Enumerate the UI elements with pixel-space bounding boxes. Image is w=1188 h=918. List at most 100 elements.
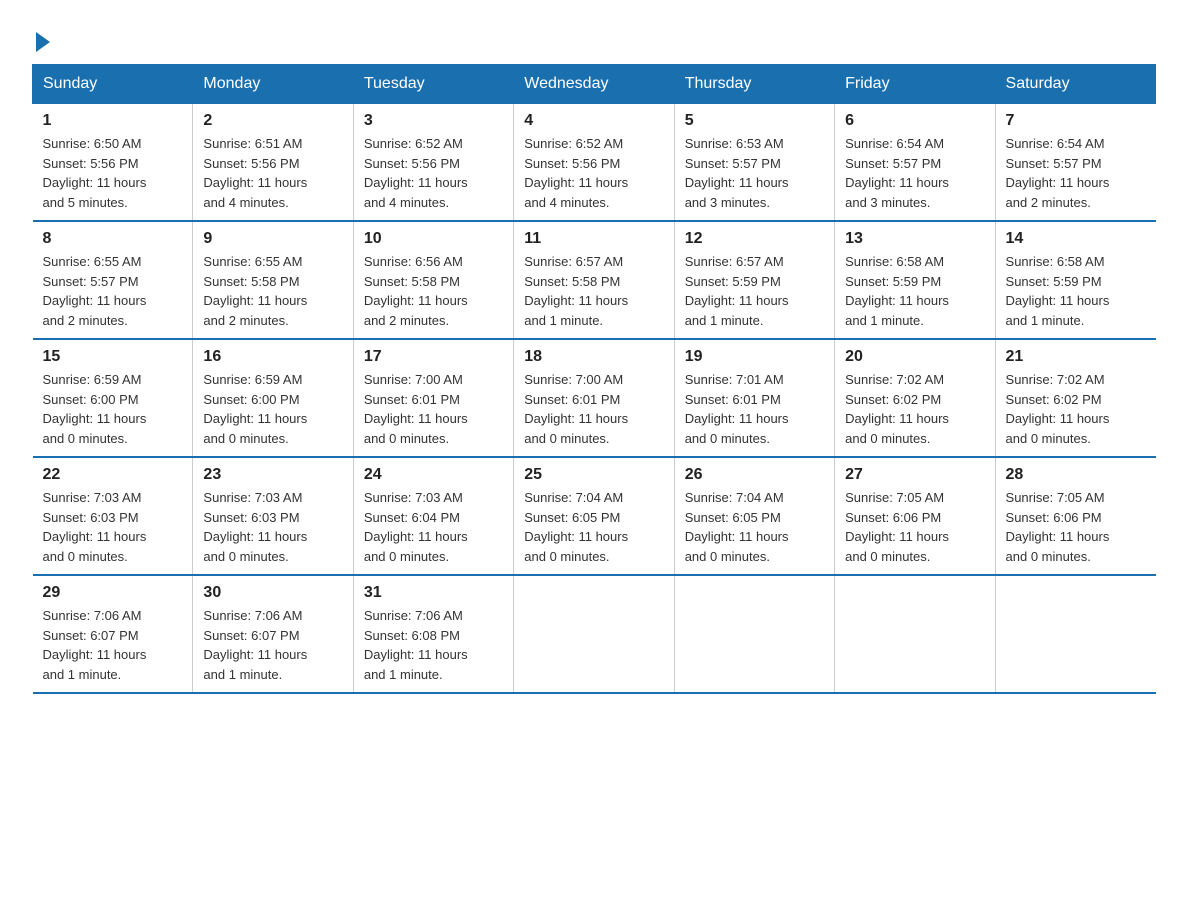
- day-info: Sunrise: 7:02 AMSunset: 6:02 PMDaylight:…: [1006, 370, 1146, 448]
- day-info: Sunrise: 6:56 AMSunset: 5:58 PMDaylight:…: [364, 252, 503, 330]
- day-number: 26: [685, 466, 824, 484]
- calendar-cell: 20 Sunrise: 7:02 AMSunset: 6:02 PMDayligh…: [835, 339, 995, 457]
- day-number: 29: [43, 584, 183, 602]
- calendar-cell: 8Sunrise: 6:55 AMSunset: 5:57 PMDaylight…: [33, 221, 193, 339]
- day-info: Sunrise: 6:54 AMSunset: 5:57 PMDaylight:…: [845, 134, 984, 212]
- calendar-cell: 4 Sunrise: 6:52 AMSunset: 5:56 PMDaylight…: [514, 104, 674, 222]
- calendar-cell: 27 Sunrise: 7:05 AMSunset: 6:06 PMDayligh…: [835, 457, 995, 575]
- calendar-cell: 11 Sunrise: 6:57 AMSunset: 5:58 PMDayligh…: [514, 221, 674, 339]
- day-info: Sunrise: 6:58 AMSunset: 5:59 PMDaylight:…: [1006, 252, 1146, 330]
- day-info: Sunrise: 7:03 AMSunset: 6:03 PMDaylight:…: [43, 488, 183, 566]
- day-number: 7: [1006, 112, 1146, 130]
- day-info: Sunrise: 7:01 AMSunset: 6:01 PMDaylight:…: [685, 370, 824, 448]
- page-header: [32, 24, 1156, 52]
- header-wednesday: Wednesday: [514, 65, 674, 104]
- logo: [32, 24, 50, 52]
- day-number: 5: [685, 112, 824, 130]
- day-number: 10: [364, 230, 503, 248]
- day-number: 19: [685, 348, 824, 366]
- header-sunday: Sunday: [33, 65, 193, 104]
- day-number: 3: [364, 112, 503, 130]
- calendar-cell: 23Sunrise: 7:03 AMSunset: 6:03 PMDayligh…: [193, 457, 353, 575]
- calendar-table: SundayMondayTuesdayWednesdayThursdayFrid…: [32, 64, 1156, 694]
- day-info: Sunrise: 7:05 AMSunset: 6:06 PMDaylight:…: [1006, 488, 1146, 566]
- calendar-cell: 14 Sunrise: 6:58 AMSunset: 5:59 PMDayligh…: [995, 221, 1155, 339]
- day-number: 14: [1006, 230, 1146, 248]
- calendar-cell: 21 Sunrise: 7:02 AMSunset: 6:02 PMDayligh…: [995, 339, 1155, 457]
- day-info: Sunrise: 6:50 AMSunset: 5:56 PMDaylight:…: [43, 134, 183, 212]
- day-info: Sunrise: 7:06 AMSunset: 6:08 PMDaylight:…: [364, 606, 503, 684]
- calendar-cell: 5 Sunrise: 6:53 AMSunset: 5:57 PMDaylight…: [674, 104, 834, 222]
- day-number: 16: [203, 348, 342, 366]
- day-info: Sunrise: 6:55 AMSunset: 5:57 PMDaylight:…: [43, 252, 183, 330]
- calendar-cell: 31 Sunrise: 7:06 AMSunset: 6:08 PMDayligh…: [353, 575, 513, 693]
- calendar-cell: 12 Sunrise: 6:57 AMSunset: 5:59 PMDayligh…: [674, 221, 834, 339]
- day-number: 13: [845, 230, 984, 248]
- calendar-header-row: SundayMondayTuesdayWednesdayThursdayFrid…: [33, 65, 1156, 104]
- day-info: Sunrise: 6:52 AMSunset: 5:56 PMDaylight:…: [364, 134, 503, 212]
- day-number: 9: [203, 230, 342, 248]
- calendar-cell: 9 Sunrise: 6:55 AMSunset: 5:58 PMDaylight…: [193, 221, 353, 339]
- header-friday: Friday: [835, 65, 995, 104]
- calendar-cell: [835, 575, 995, 693]
- day-number: 15: [43, 348, 183, 366]
- calendar-cell: [514, 575, 674, 693]
- day-info: Sunrise: 6:51 AMSunset: 5:56 PMDaylight:…: [203, 134, 342, 212]
- day-number: 18: [524, 348, 663, 366]
- calendar-cell: [674, 575, 834, 693]
- day-info: Sunrise: 6:59 AMSunset: 6:00 PMDaylight:…: [43, 370, 183, 448]
- calendar-cell: 7 Sunrise: 6:54 AMSunset: 5:57 PMDaylight…: [995, 104, 1155, 222]
- day-info: Sunrise: 6:53 AMSunset: 5:57 PMDaylight:…: [685, 134, 824, 212]
- day-number: 4: [524, 112, 663, 130]
- header-tuesday: Tuesday: [353, 65, 513, 104]
- day-number: 6: [845, 112, 984, 130]
- calendar-cell: 26 Sunrise: 7:04 AMSunset: 6:05 PMDayligh…: [674, 457, 834, 575]
- day-info: Sunrise: 6:54 AMSunset: 5:57 PMDaylight:…: [1006, 134, 1146, 212]
- day-info: Sunrise: 6:59 AMSunset: 6:00 PMDaylight:…: [203, 370, 342, 448]
- calendar-cell: 15 Sunrise: 6:59 AMSunset: 6:00 PMDayligh…: [33, 339, 193, 457]
- calendar-cell: 22 Sunrise: 7:03 AMSunset: 6:03 PMDayligh…: [33, 457, 193, 575]
- calendar-cell: 10 Sunrise: 6:56 AMSunset: 5:58 PMDayligh…: [353, 221, 513, 339]
- day-number: 25: [524, 466, 663, 484]
- week-row-5: 29 Sunrise: 7:06 AMSunset: 6:07 PMDayligh…: [33, 575, 1156, 693]
- calendar-cell: 1Sunrise: 6:50 AMSunset: 5:56 PMDaylight…: [33, 104, 193, 222]
- calendar-cell: [995, 575, 1155, 693]
- day-info: Sunrise: 7:04 AMSunset: 6:05 PMDaylight:…: [524, 488, 663, 566]
- day-number: 24: [364, 466, 503, 484]
- day-info: Sunrise: 6:57 AMSunset: 5:58 PMDaylight:…: [524, 252, 663, 330]
- header-monday: Monday: [193, 65, 353, 104]
- day-info: Sunrise: 7:06 AMSunset: 6:07 PMDaylight:…: [43, 606, 183, 684]
- day-number: 31: [364, 584, 503, 602]
- day-info: Sunrise: 6:58 AMSunset: 5:59 PMDaylight:…: [845, 252, 984, 330]
- day-info: Sunrise: 7:00 AMSunset: 6:01 PMDaylight:…: [524, 370, 663, 448]
- day-info: Sunrise: 7:05 AMSunset: 6:06 PMDaylight:…: [845, 488, 984, 566]
- day-number: 22: [43, 466, 183, 484]
- calendar-cell: 24 Sunrise: 7:03 AMSunset: 6:04 PMDayligh…: [353, 457, 513, 575]
- day-number: 11: [524, 230, 663, 248]
- day-number: 12: [685, 230, 824, 248]
- week-row-3: 15 Sunrise: 6:59 AMSunset: 6:00 PMDayligh…: [33, 339, 1156, 457]
- day-info: Sunrise: 7:03 AMSunset: 6:04 PMDaylight:…: [364, 488, 503, 566]
- day-number: 27: [845, 466, 984, 484]
- week-row-4: 22 Sunrise: 7:03 AMSunset: 6:03 PMDayligh…: [33, 457, 1156, 575]
- day-info: Sunrise: 7:02 AMSunset: 6:02 PMDaylight:…: [845, 370, 984, 448]
- week-row-1: 1Sunrise: 6:50 AMSunset: 5:56 PMDaylight…: [33, 104, 1156, 222]
- calendar-cell: 6 Sunrise: 6:54 AMSunset: 5:57 PMDaylight…: [835, 104, 995, 222]
- day-info: Sunrise: 6:55 AMSunset: 5:58 PMDaylight:…: [203, 252, 342, 330]
- day-info: Sunrise: 6:52 AMSunset: 5:56 PMDaylight:…: [524, 134, 663, 212]
- day-number: 2: [203, 112, 342, 130]
- day-number: 20: [845, 348, 984, 366]
- day-number: 21: [1006, 348, 1146, 366]
- day-info: Sunrise: 6:57 AMSunset: 5:59 PMDaylight:…: [685, 252, 824, 330]
- calendar-cell: 16 Sunrise: 6:59 AMSunset: 6:00 PMDayligh…: [193, 339, 353, 457]
- week-row-2: 8Sunrise: 6:55 AMSunset: 5:57 PMDaylight…: [33, 221, 1156, 339]
- day-info: Sunrise: 7:04 AMSunset: 6:05 PMDaylight:…: [685, 488, 824, 566]
- day-info: Sunrise: 7:00 AMSunset: 6:01 PMDaylight:…: [364, 370, 503, 448]
- calendar-cell: 13 Sunrise: 6:58 AMSunset: 5:59 PMDayligh…: [835, 221, 995, 339]
- calendar-cell: 25 Sunrise: 7:04 AMSunset: 6:05 PMDayligh…: [514, 457, 674, 575]
- day-info: Sunrise: 7:03 AMSunset: 6:03 PMDaylight:…: [203, 488, 342, 566]
- calendar-cell: 2 Sunrise: 6:51 AMSunset: 5:56 PMDaylight…: [193, 104, 353, 222]
- calendar-cell: 28Sunrise: 7:05 AMSunset: 6:06 PMDayligh…: [995, 457, 1155, 575]
- header-saturday: Saturday: [995, 65, 1155, 104]
- day-info: Sunrise: 7:06 AMSunset: 6:07 PMDaylight:…: [203, 606, 342, 684]
